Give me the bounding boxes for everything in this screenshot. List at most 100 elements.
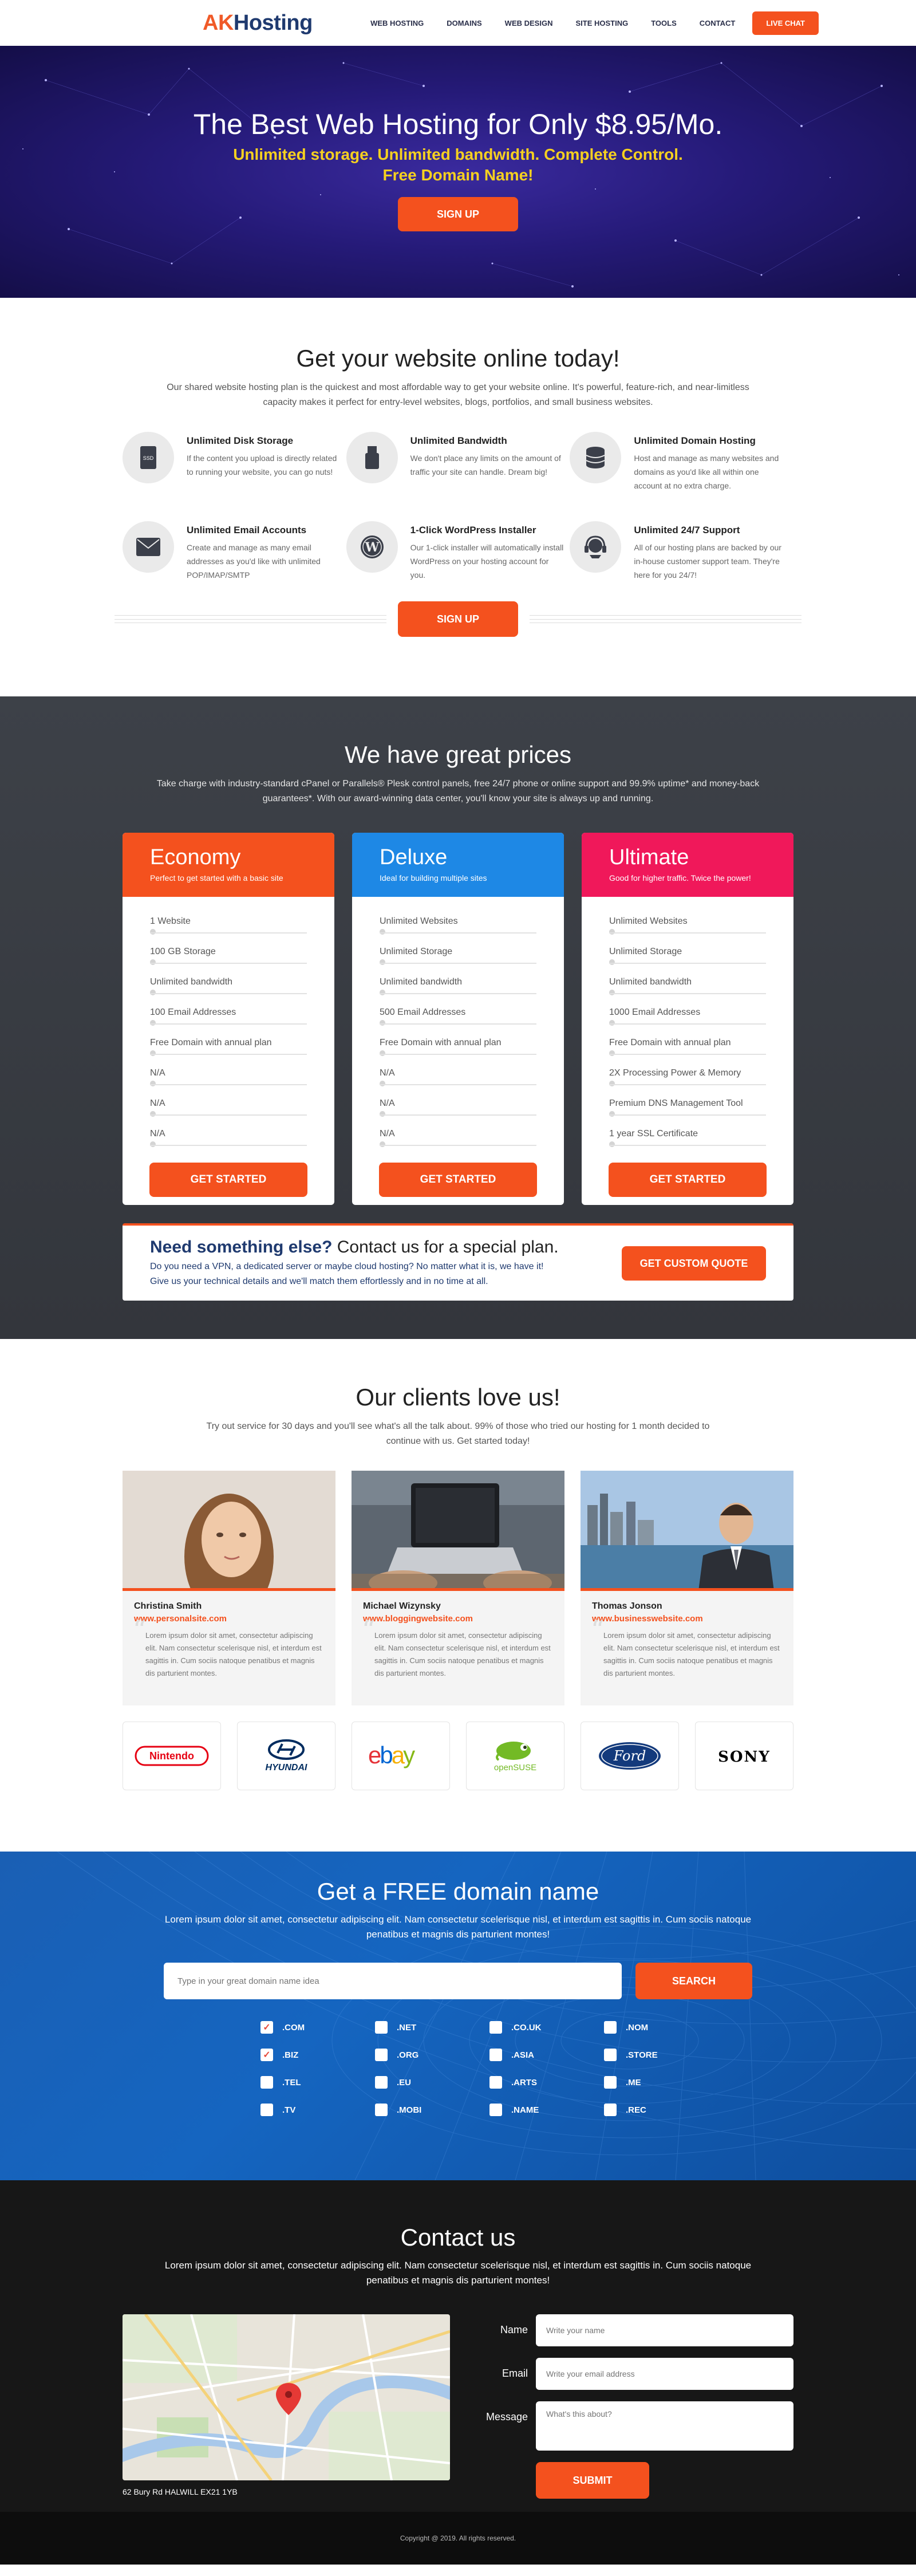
tld-option[interactable]: .ORG [375,2049,489,2061]
nav-web-hosting[interactable]: WEB HOSTING [370,19,424,27]
name-label: Name [500,2324,528,2335]
location-map[interactable] [123,2314,450,2480]
checkbox-checked-icon[interactable]: ✓ [260,2021,273,2034]
pricing-title: We have great prices [344,741,572,768]
get-started-button[interactable]: GET STARTED [609,1163,767,1197]
svg-text:W: W [364,540,379,555]
ebay-logo: ebay [352,1722,450,1790]
opensuse-logo: openSUSE [466,1722,564,1790]
divider-line [530,615,802,623]
tld-option[interactable]: ✓ .BIZ [260,2049,375,2061]
plan-tagline: Ideal for building multiple sites [380,873,487,883]
tld-label: .TV [282,2105,296,2115]
plan-tagline: Good for higher traffic. Twice the power… [609,873,751,883]
plan-feature: 100 GB Storage [150,946,307,976]
plan-feature: N/A [380,1067,536,1097]
name-field[interactable] [536,2314,793,2346]
get-started-button[interactable]: GET STARTED [379,1163,537,1197]
tld-option[interactable]: ✓ .COM [260,2021,375,2034]
tld-option[interactable]: .STORE [604,2049,718,2061]
tld-option[interactable]: .REC [604,2104,718,2116]
checkbox-icon[interactable] [375,2076,388,2089]
tld-option[interactable]: .TEL [260,2076,375,2089]
client-site-link[interactable]: www.businesswebsite.com [592,1614,782,1624]
pricing-plan-deluxe: Deluxe Ideal for building multiple sites… [352,833,564,1205]
checkbox-icon[interactable] [604,2104,617,2116]
feature-item: SSD Unlimited Disk Storage If the content… [123,432,346,493]
tld-option[interactable]: .ARTS [489,2076,604,2089]
checkbox-icon[interactable] [489,2076,502,2089]
checkbox-icon[interactable] [375,2049,388,2061]
checkbox-icon[interactable] [604,2076,617,2089]
checkbox-icon[interactable] [604,2049,617,2061]
checkbox-checked-icon[interactable]: ✓ [260,2049,273,2061]
plan-header: Economy Perfect to get started with a ba… [123,833,334,897]
ssd-icon: SSD [123,432,174,483]
message-field[interactable] [536,2401,793,2451]
client-site-link[interactable]: www.bloggingwebsite.com [363,1614,553,1624]
nav-site-hosting[interactable]: SITE HOSTING [575,19,628,27]
plan-feature: Unlimited bandwidth [150,976,307,1006]
checkbox-icon[interactable] [489,2049,502,2061]
checkbox-icon[interactable] [375,2104,388,2116]
database-icon [570,432,622,483]
tld-option[interactable]: .ME [604,2076,718,2089]
tld-option[interactable]: .NAME [489,2104,604,2116]
nav-tools[interactable]: TOOLS [651,19,677,27]
nintendo-logo: Nintendo [123,1722,221,1790]
email-field[interactable] [536,2358,793,2390]
svg-text:SSD: SSD [143,455,154,461]
envelope-icon [123,521,174,573]
get-custom-quote-button[interactable]: GET CUSTOM QUOTE [622,1246,766,1281]
features-intro: Our shared website hosting plan is the q… [167,383,749,407]
tld-label: .ARTS [511,2077,537,2087]
pricing-plan-ultimate: Ultimate Good for higher traffic. Twice … [582,833,793,1205]
features-signup-button[interactable]: SIGN UP [398,601,518,637]
hero-signup-button[interactable]: SIGN UP [398,197,518,231]
tld-option[interactable]: .TV [260,2104,375,2116]
custom-quote-title: Need something else? Contact us for a sp… [150,1237,559,1257]
get-started-button[interactable]: GET STARTED [149,1163,307,1197]
client-photo [581,1471,793,1591]
plan-name: Economy [150,845,241,869]
plan-feature: N/A [380,1128,536,1158]
pricing-intro: Take charge with industry-standard cPane… [156,779,760,803]
hero-banner: The Best Web Hosting for Only $8.95/Mo. … [0,46,916,298]
tld-option[interactable]: .NET [375,2021,489,2034]
nav-contact[interactable]: CONTACT [700,19,736,27]
tld-option[interactable]: .ASIA [489,2049,604,2061]
checkbox-icon[interactable] [489,2104,502,2116]
domain-search-input[interactable] [164,1963,622,1999]
checkbox-icon[interactable] [375,2021,388,2034]
testimonial-card: Michael Wizynsky www.bloggingwebsite.com… [352,1471,564,1705]
tld-label: .COM [282,2022,305,2033]
testimonials-intro: Try out service for 30 days and you'll s… [206,1421,710,1446]
tld-option[interactable]: .NOM [604,2021,718,2034]
testimonial-card: Thomas Jonson www.businesswebsite.com Lo… [581,1471,793,1705]
plan-feature-list: Unlimited Websites Unlimited Storage Unlim… [352,897,564,1158]
nav-domains[interactable]: DOMAINS [447,19,481,27]
checkbox-icon[interactable] [489,2021,502,2034]
client-name: Christina Smith [134,1601,202,1611]
domain-search-section: Get a FREE domain name Lorem ipsum dolor… [0,1852,916,2180]
checkbox-icon[interactable] [604,2021,617,2034]
domain-search-button[interactable]: SEARCH [635,1963,752,1999]
tld-option[interactable]: .EU [375,2076,489,2089]
submit-button[interactable]: SUBMIT [536,2462,649,2499]
custom-quote-box: Need something else? Contact us for a sp… [123,1223,793,1301]
checkbox-icon[interactable] [260,2104,273,2116]
plan-feature: 1000 Email Addresses [609,1006,766,1037]
tld-option[interactable]: .CO.UK [489,2021,604,2034]
checkbox-icon[interactable] [260,2076,273,2089]
live-chat-button[interactable]: LIVE CHAT [752,11,819,35]
plan-name: Ultimate [609,845,689,869]
tld-option[interactable]: .MOBI [375,2104,489,2116]
feature-item: Unlimited 24/7 Support All of our hosting… [570,521,793,582]
tld-label: .NAME [511,2105,539,2115]
client-site-link[interactable]: www.personalsite.com [134,1614,324,1624]
nav-web-design[interactable]: WEB DESIGN [505,19,553,27]
main-nav: WEB HOSTING DOMAINS WEB DESIGN SITE HOST… [348,11,819,35]
email-label: Email [502,2368,528,2379]
logo[interactable]: AKHosting [203,11,313,36]
tld-label: .CO.UK [511,2022,542,2033]
